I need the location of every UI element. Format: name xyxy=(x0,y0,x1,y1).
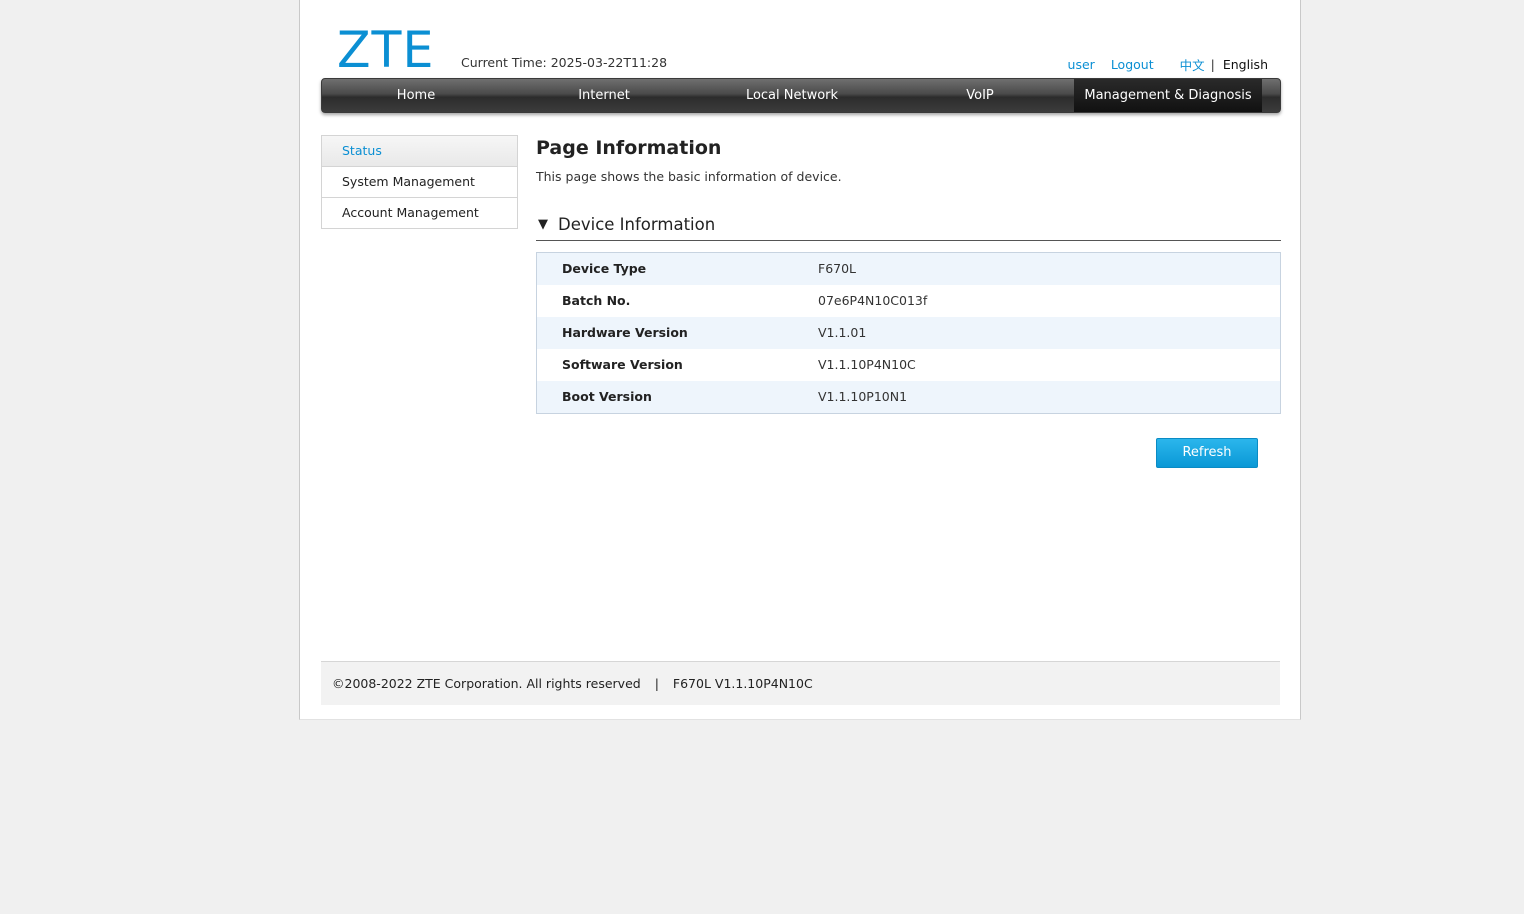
table-row: Batch No. 07e6P4N10C013f xyxy=(537,285,1280,317)
row-label: Batch No. xyxy=(562,293,631,308)
row-label: Device Type xyxy=(562,261,647,276)
sidebar-item-status[interactable]: Status xyxy=(322,136,517,167)
current-time-value: 2025-03-22T11:28 xyxy=(550,55,668,70)
row-label: Software Version xyxy=(562,357,683,372)
nav-home[interactable]: Home xyxy=(322,79,510,112)
page-container: ZTE Current Time: 2025-03-22T11:28 user … xyxy=(299,0,1301,720)
main-nav: Home Internet Local Network VoIP Managem… xyxy=(321,78,1281,113)
footer-copyright: ©2008-2022 ZTE Corporation. All rights r… xyxy=(332,676,641,691)
row-value: F670L xyxy=(818,261,857,276)
nav-local-network[interactable]: Local Network xyxy=(698,79,886,112)
top-links: user Logout 中文 | English xyxy=(1068,55,1268,74)
nav-management-diagnosis[interactable]: Management & Diagnosis xyxy=(1074,79,1262,112)
table-row: Software Version V1.1.10P4N10C xyxy=(537,349,1280,381)
refresh-button[interactable]: Refresh xyxy=(1156,438,1258,468)
lang-english-link[interactable]: English xyxy=(1223,57,1268,72)
lang-separator: | xyxy=(1210,57,1215,72)
page-title: Page Information xyxy=(536,137,722,159)
page-description: This page shows the basic information of… xyxy=(536,169,842,184)
sidebar: Status System Management Account Managem… xyxy=(321,135,518,229)
user-link[interactable]: user xyxy=(1068,57,1095,72)
row-value: V1.1.01 xyxy=(818,325,867,340)
row-value: V1.1.10P10N1 xyxy=(818,389,908,404)
section-title: Device Information xyxy=(558,215,716,234)
footer-separator: | xyxy=(654,676,659,691)
sidebar-item-account-management[interactable]: Account Management xyxy=(322,198,517,228)
nav-internet[interactable]: Internet xyxy=(510,79,698,112)
device-info-table: Device Type F670L Batch No. 07e6P4N10C01… xyxy=(536,252,1281,414)
current-time: Current Time: 2025-03-22T11:28 xyxy=(461,55,667,70)
table-row: Device Type F670L xyxy=(537,253,1280,285)
row-value: 07e6P4N10C013f xyxy=(818,293,928,308)
row-label: Boot Version xyxy=(562,389,652,404)
sidebar-item-system-management[interactable]: System Management xyxy=(322,167,517,198)
row-label: Hardware Version xyxy=(562,325,688,340)
main-content: Page Information This page shows the bas… xyxy=(536,135,1281,414)
footer-version: F670L V1.1.10P4N10C xyxy=(672,676,813,691)
nav-voip[interactable]: VoIP xyxy=(886,79,1074,112)
logout-link[interactable]: Logout xyxy=(1111,57,1154,72)
table-row: Boot Version V1.1.10P10N1 xyxy=(537,381,1280,413)
row-value: V1.1.10P4N10C xyxy=(818,357,916,372)
footer: ©2008-2022 ZTE Corporation. All rights r… xyxy=(321,661,1280,705)
zte-logo: ZTE xyxy=(337,21,435,79)
lang-chinese-link[interactable]: 中文 xyxy=(1180,55,1205,74)
collapse-triangle-icon: ▼ xyxy=(538,217,548,232)
device-info-section-toggle[interactable]: ▼ Device Information xyxy=(536,209,1281,241)
current-time-label: Current Time: xyxy=(461,55,547,70)
table-row: Hardware Version V1.1.01 xyxy=(537,317,1280,349)
